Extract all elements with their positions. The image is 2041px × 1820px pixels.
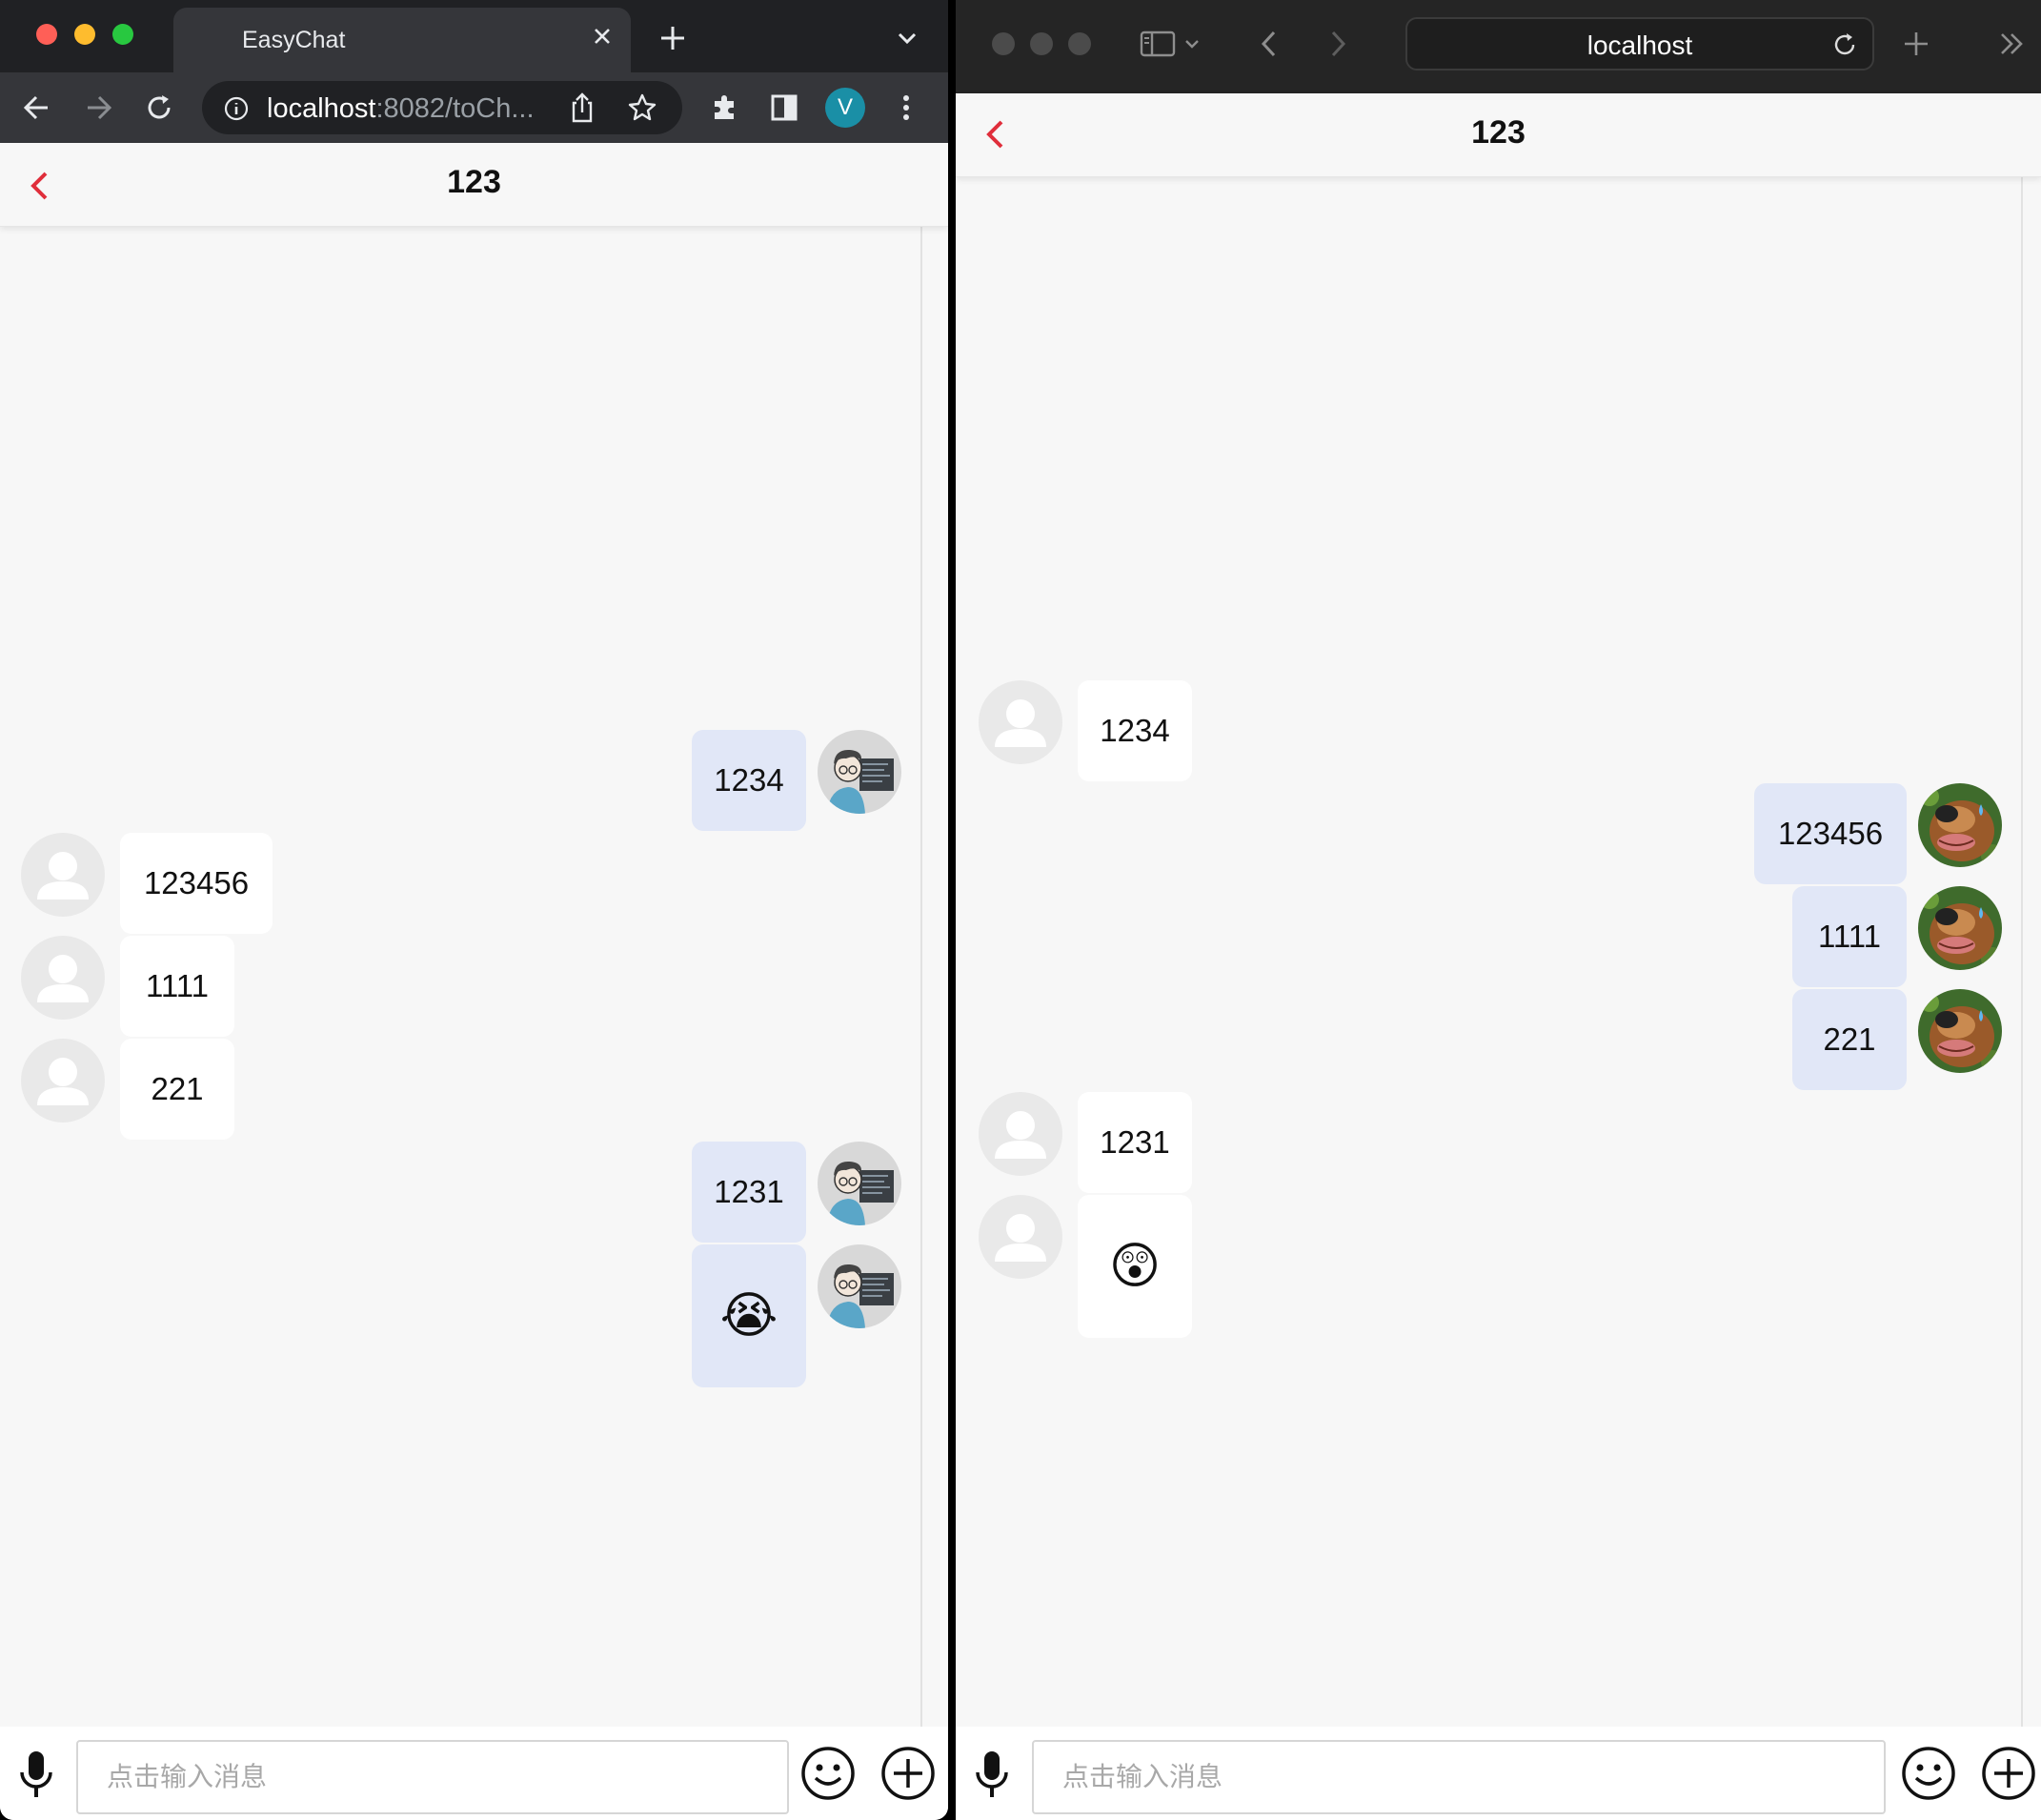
- dog-avatar[interactable]: [1918, 886, 2002, 970]
- message-bubble[interactable]: 221: [120, 1039, 234, 1140]
- address-bar[interactable]: localhost: [1405, 17, 1874, 71]
- bookmark-star-icon[interactable]: [627, 92, 657, 123]
- back-arrow-icon[interactable]: [19, 90, 55, 126]
- sidebar-chevron-down-icon[interactable]: [1181, 27, 1203, 61]
- message-list[interactable]: 1234 123456 1111 221 1231 😭: [0, 227, 948, 1734]
- minimize-window-button[interactable]: [74, 24, 95, 45]
- input-bar: 点击输入消息: [0, 1727, 948, 1820]
- close-window-button[interactable]: [992, 32, 1015, 55]
- message-bubble[interactable]: 1111: [120, 936, 234, 1037]
- chat-app-right: 123 1234 123456 1111 221 1231 😲 点击输入消息: [956, 93, 2041, 1820]
- chat-app-left: 123 1234 123456 1111 221 1231 😭 点击输入消息: [0, 143, 948, 1820]
- add-plus-icon[interactable]: [1981, 1746, 2036, 1801]
- sidebar-toggle-icon[interactable]: [1139, 27, 1177, 61]
- message-bubble[interactable]: 1231: [692, 1142, 806, 1243]
- message-bubble[interactable]: 123456: [120, 833, 273, 934]
- developer-avatar[interactable]: [818, 1142, 901, 1225]
- back-chevron-icon[interactable]: [1255, 27, 1285, 61]
- url-text: localhost: [1586, 30, 1693, 60]
- close-window-button[interactable]: [36, 24, 57, 45]
- more-menu-icon[interactable]: [888, 90, 924, 126]
- tab-search-chevron-icon[interactable]: [896, 29, 919, 48]
- tab-easychat[interactable]: EasyChat: [173, 8, 631, 72]
- emoji-smile-icon[interactable]: [800, 1746, 856, 1801]
- message-bubble[interactable]: 1111: [1792, 886, 1907, 987]
- new-tab-icon[interactable]: [1899, 27, 1933, 61]
- message-input[interactable]: 点击输入消息: [1032, 1740, 1886, 1814]
- share-icon[interactable]: [568, 91, 596, 124]
- emoji-smile-icon[interactable]: [1901, 1746, 1956, 1801]
- developer-avatar[interactable]: [818, 1244, 901, 1328]
- emoji-message-bubble[interactable]: 😭: [692, 1244, 806, 1387]
- message-list[interactable]: 1234 123456 1111 221 1231 😲: [956, 177, 2041, 1734]
- microphone-icon[interactable]: [17, 1748, 55, 1801]
- scrollbar-track[interactable]: [2021, 177, 2023, 1734]
- safari-window: localhost 123 1234 123456 1111 221 1231 😲 点击输…: [956, 0, 2041, 1820]
- default-avatar[interactable]: [21, 936, 105, 1020]
- dog-avatar[interactable]: [1918, 783, 2002, 867]
- default-avatar[interactable]: [21, 833, 105, 917]
- add-plus-icon[interactable]: [880, 1746, 936, 1801]
- message-bubble[interactable]: 123456: [1754, 783, 1907, 884]
- default-avatar[interactable]: [979, 1195, 1062, 1279]
- input-bar: 点击输入消息: [956, 1727, 2041, 1820]
- new-tab-icon[interactable]: [657, 23, 688, 53]
- chat-title: 123: [447, 164, 501, 200]
- default-avatar[interactable]: [21, 1039, 105, 1122]
- message-bubble[interactable]: 1231: [1078, 1092, 1192, 1193]
- message-bubble[interactable]: 221: [1792, 989, 1907, 1090]
- dog-avatar[interactable]: [1918, 989, 2002, 1073]
- message-input[interactable]: 点击输入消息: [76, 1740, 789, 1814]
- forward-arrow-icon[interactable]: [80, 90, 116, 126]
- reload-icon[interactable]: [141, 90, 177, 126]
- reload-icon[interactable]: [1830, 30, 1859, 59]
- chat-header: 123: [956, 93, 2041, 177]
- minimize-window-button[interactable]: [1030, 32, 1053, 55]
- chat-title: 123: [1471, 114, 1526, 151]
- developer-avatar[interactable]: [818, 730, 901, 814]
- safari-toolbar: localhost: [956, 0, 2041, 93]
- zoom-window-button[interactable]: [1068, 32, 1091, 55]
- zoom-window-button[interactable]: [112, 24, 133, 45]
- close-tab-icon[interactable]: [591, 25, 614, 48]
- scrollbar-track[interactable]: [920, 227, 922, 1734]
- default-avatar[interactable]: [979, 1092, 1062, 1176]
- chrome-tab-bar: EasyChat: [0, 0, 948, 72]
- side-panel-icon[interactable]: [766, 90, 802, 126]
- default-avatar[interactable]: [979, 680, 1062, 764]
- address-bar[interactable]: localhost:8082/toCh...: [202, 81, 682, 134]
- url-text: localhost:8082/toCh...: [267, 93, 535, 124]
- profile-avatar[interactable]: V: [825, 88, 865, 128]
- chat-header: 123: [0, 143, 948, 227]
- more-tabs-chevrons-icon[interactable]: [1994, 27, 2029, 61]
- message-bubble[interactable]: 1234: [1078, 680, 1192, 781]
- extensions-puzzle-icon[interactable]: [707, 90, 743, 126]
- emoji-message-bubble[interactable]: 😲: [1078, 1195, 1192, 1338]
- chrome-toolbar: localhost:8082/toCh... V: [0, 72, 948, 143]
- forward-chevron-icon[interactable]: [1322, 27, 1352, 61]
- chrome-window: EasyChat localhost:8082/toCh... V 123 12…: [0, 0, 948, 1820]
- tab-title: EasyChat: [242, 27, 346, 53]
- site-info-icon[interactable]: [223, 95, 250, 122]
- microphone-icon[interactable]: [973, 1748, 1011, 1801]
- message-bubble[interactable]: 1234: [692, 730, 806, 831]
